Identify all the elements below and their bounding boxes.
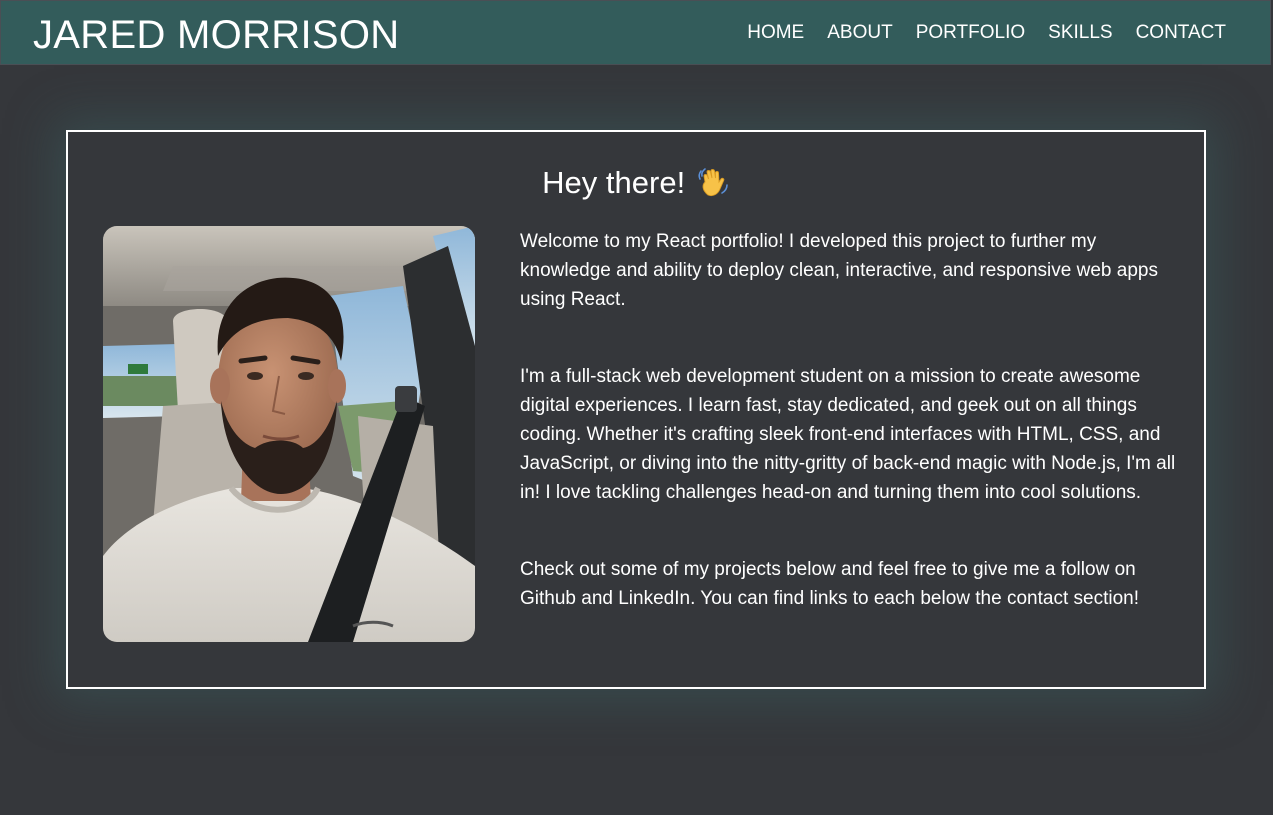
waving-hand-icon xyxy=(696,165,730,199)
bio-paragraph-intro: Welcome to my React portfolio! I develop… xyxy=(520,231,1158,310)
bio-paragraph-links: Check out some of my projects below and … xyxy=(520,559,1139,609)
nav-menu: HOME ABOUT PORTFOLIO SKILLS CONTACT xyxy=(747,22,1226,44)
bio-text: Welcome to my React portfolio! I develop… xyxy=(520,227,1180,661)
profile-photo xyxy=(103,226,475,642)
nav-about-link[interactable]: ABOUT xyxy=(827,22,892,44)
about-card: Hey there! Welcome to my React portfolio… xyxy=(66,130,1206,689)
nav-contact-link[interactable]: CONTACT xyxy=(1136,22,1226,44)
nav-home-link[interactable]: HOME xyxy=(747,22,804,44)
site-title[interactable]: JARED MORRISON xyxy=(33,13,399,57)
greeting-heading: Hey there! xyxy=(68,165,1204,201)
bio-paragraph-about: I'm a full-stack web development student… xyxy=(520,366,1176,503)
greeting-text: Hey there! xyxy=(542,165,686,200)
nav-portfolio-link[interactable]: PORTFOLIO xyxy=(916,22,1025,44)
nav-skills-link[interactable]: SKILLS xyxy=(1048,22,1112,44)
navbar: JARED MORRISON HOME ABOUT PORTFOLIO SKIL… xyxy=(0,0,1271,65)
